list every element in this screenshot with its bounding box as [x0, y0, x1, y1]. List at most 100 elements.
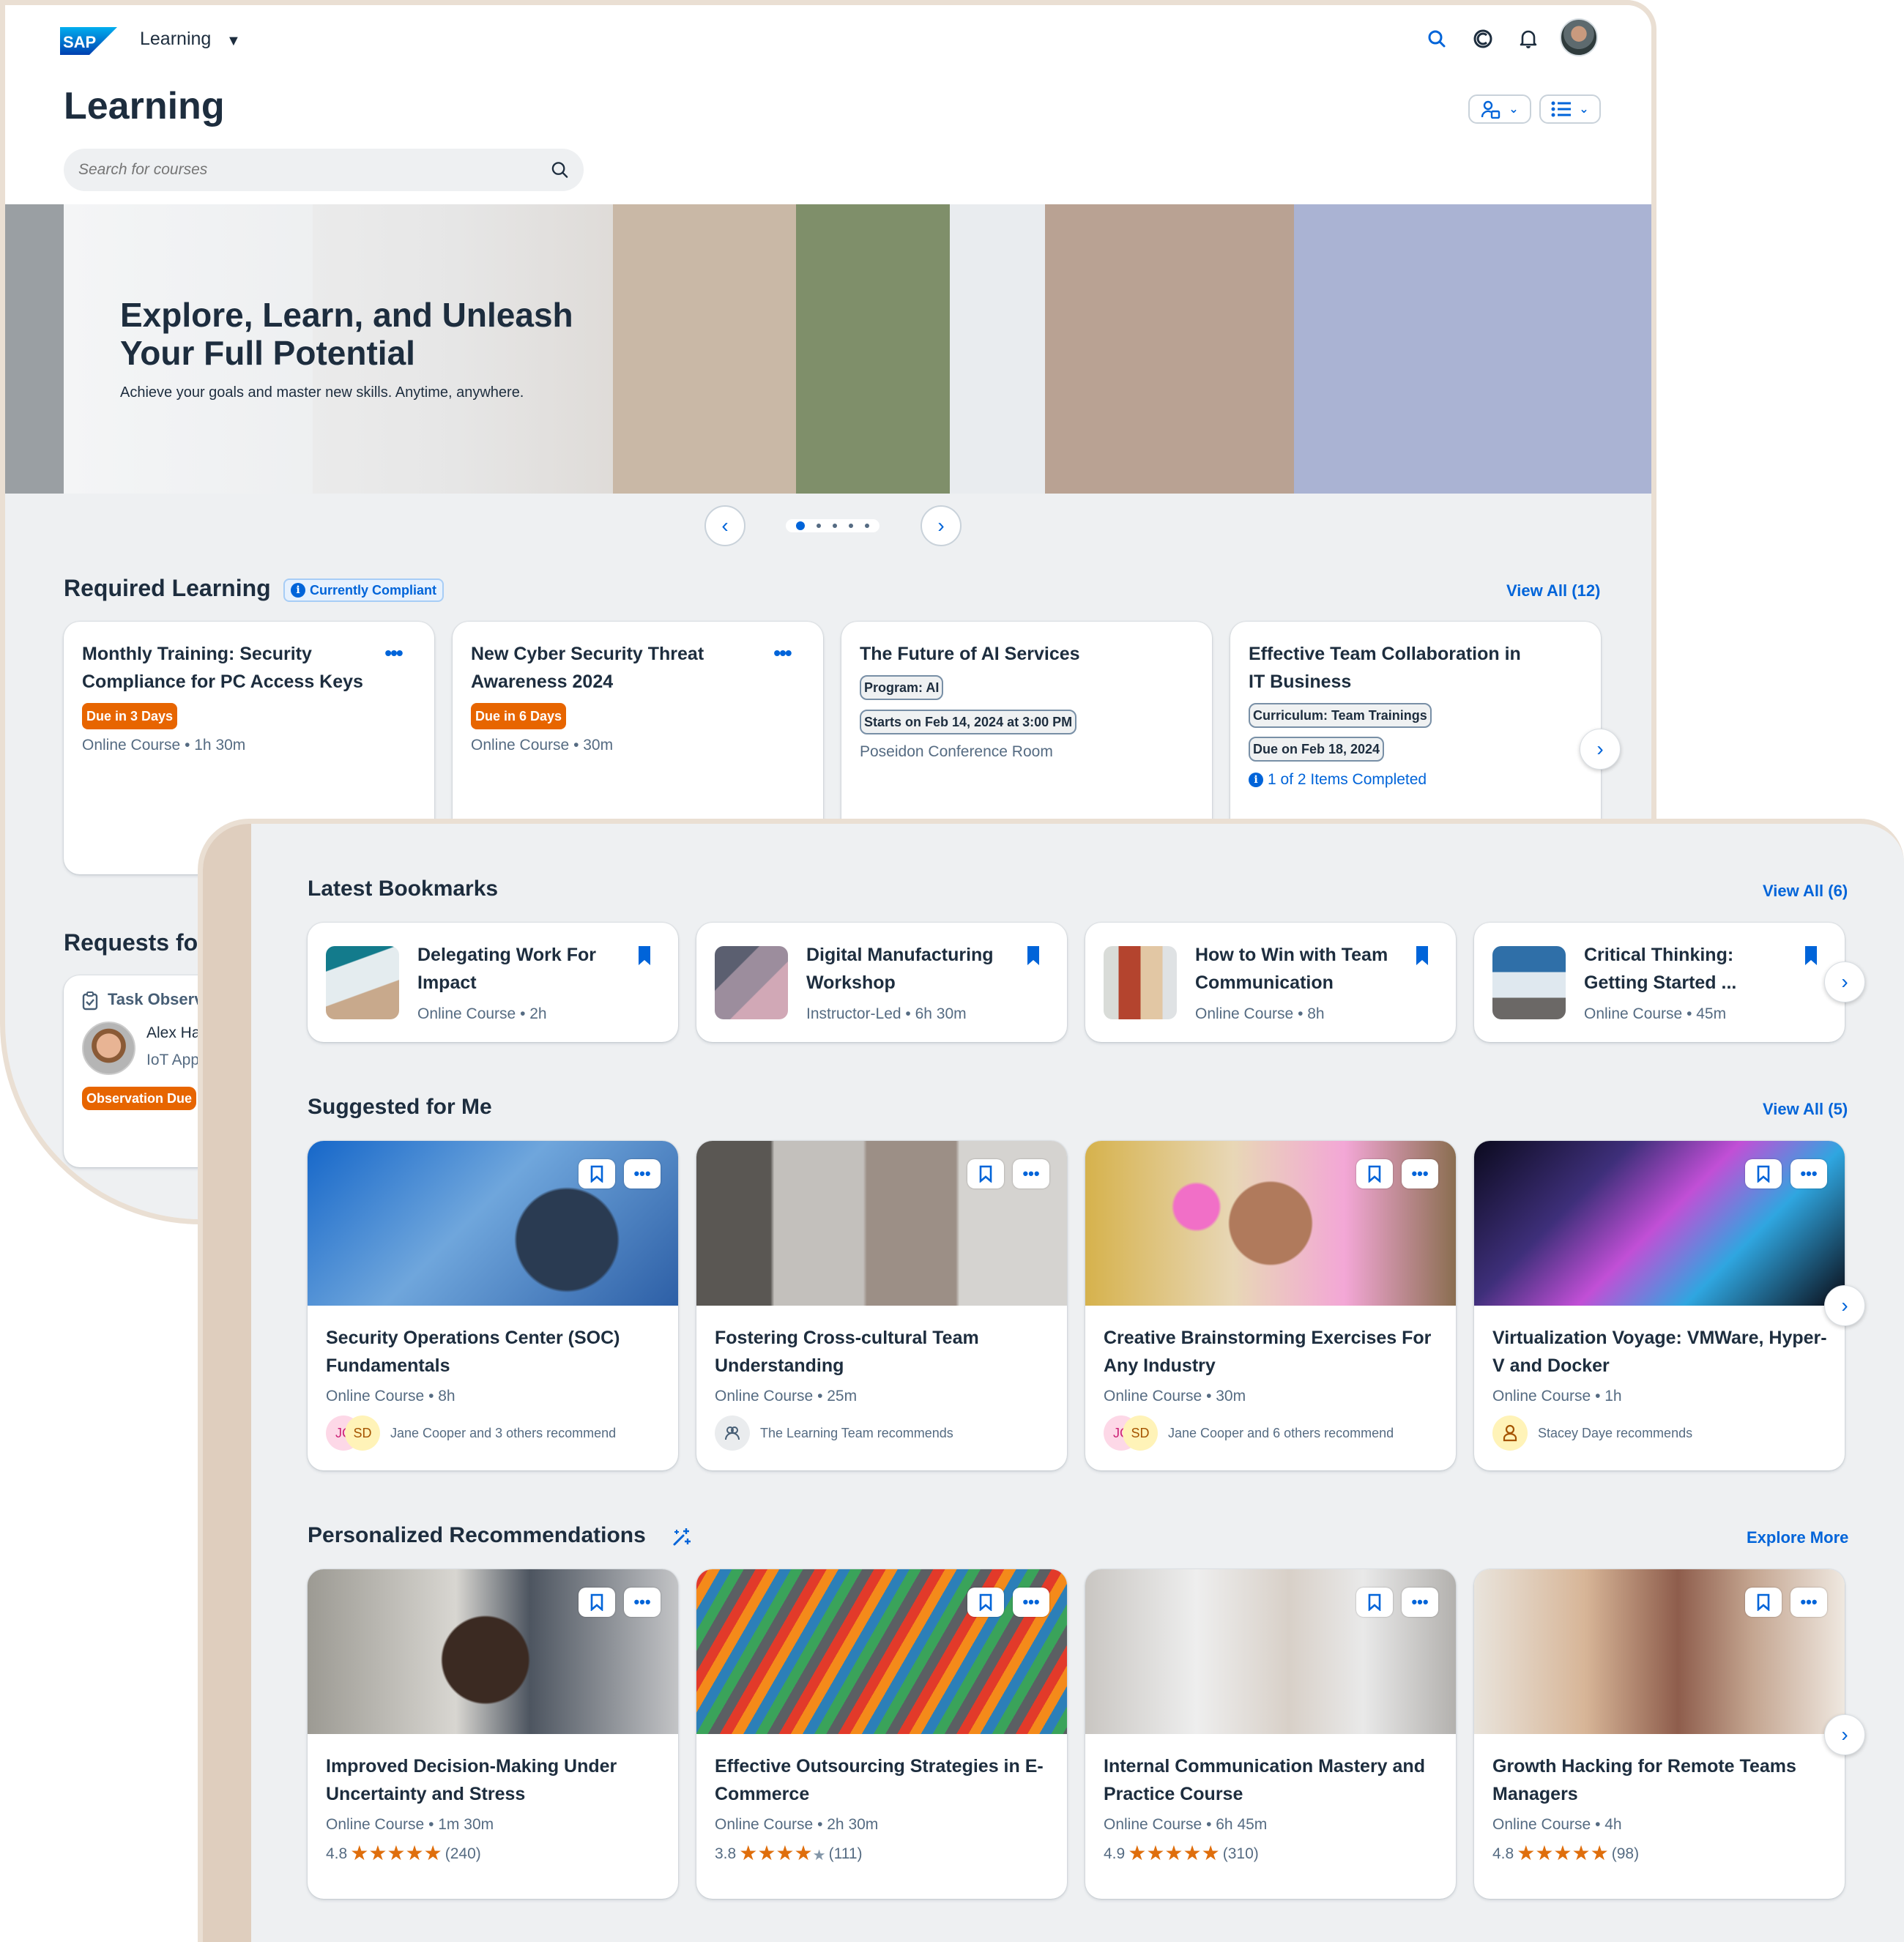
- carousel-prev-button[interactable]: ‹: [704, 505, 745, 546]
- program-tag: Program: AI: [860, 675, 944, 700]
- course-meta: Online Course • 4h: [1492, 1816, 1622, 1833]
- course-image: [1085, 1141, 1456, 1306]
- bookmark-card[interactable]: How to Win with Team Communication Onlin…: [1085, 923, 1456, 1042]
- personalized-next-button[interactable]: ›: [1824, 1714, 1865, 1755]
- course-title: Critical Thinking: Getting Started ...: [1584, 945, 1737, 993]
- bookmark-filled-icon[interactable]: [1804, 946, 1818, 965]
- recommendation: JC SD Jane Cooper and 6 others recommend: [1104, 1415, 1394, 1451]
- bell-icon[interactable]: [1515, 26, 1542, 52]
- course-title: The Future of AI Services: [860, 644, 1080, 664]
- bookmark-icon: [1757, 1593, 1770, 1611]
- star-filled-icon: ★: [757, 1842, 776, 1864]
- bookmark-button[interactable]: [1745, 1159, 1782, 1188]
- bookmark-filled-icon[interactable]: [637, 946, 652, 965]
- more-options-button[interactable]: •••: [1790, 1159, 1827, 1188]
- carousel-dot-5[interactable]: [865, 524, 869, 528]
- search-input[interactable]: [78, 161, 551, 179]
- bookmark-button[interactable]: [1356, 1588, 1393, 1617]
- more-options-button[interactable]: •••: [1013, 1588, 1049, 1617]
- recommended-course-card[interactable]: ••• Effective Outsourcing Strategies in …: [696, 1569, 1067, 1899]
- bookmark-card[interactable]: Delegating Work For Impact Online Course…: [308, 923, 678, 1042]
- recommendation: JC SD Jane Cooper and 3 others recommend: [326, 1415, 616, 1451]
- bookmark-button[interactable]: [1356, 1159, 1393, 1188]
- more-options-icon[interactable]: •••: [379, 641, 408, 664]
- user-settings-menu-button[interactable]: ⌄: [1468, 94, 1531, 124]
- more-options-button[interactable]: •••: [1013, 1159, 1049, 1188]
- course-title: Security Operations Center (SOC) Fundame…: [326, 1328, 620, 1376]
- course-meta: Online Course • 6h 45m: [1104, 1816, 1268, 1833]
- star-filled-icon: ★: [739, 1842, 758, 1864]
- star-filled-icon: ★: [1183, 1842, 1202, 1864]
- bookmarks-next-button[interactable]: ›: [1824, 961, 1865, 1002]
- bookmark-icon: [979, 1593, 992, 1611]
- course-meta: Online Course • 30m: [1104, 1388, 1246, 1405]
- star-rating: ★★★★★: [1128, 1843, 1220, 1864]
- requester-name: Alex Ha: [146, 1024, 201, 1041]
- required-next-button[interactable]: ›: [1580, 729, 1621, 770]
- list-icon: [1551, 101, 1572, 117]
- more-options-button[interactable]: •••: [624, 1588, 661, 1617]
- course-title: Effective Outsourcing Strategies in E-Co…: [715, 1756, 1044, 1804]
- bookmark-icon: [1368, 1593, 1381, 1611]
- carousel-dot-3[interactable]: [833, 524, 837, 528]
- course-title: Monthly Training: Security Compliance fo…: [82, 644, 363, 692]
- user-avatar[interactable]: [1560, 18, 1598, 56]
- hero-banner: Explore, Learn, and Unleash Your Full Po…: [5, 204, 1651, 494]
- suggested-course-card[interactable]: ••• Virtualization Voyage: VMWare, Hyper…: [1474, 1141, 1845, 1470]
- carousel-dot-2[interactable]: [817, 524, 821, 528]
- bookmark-card[interactable]: Digital Manufacturing Workshop Instructo…: [696, 923, 1067, 1042]
- recommended-course-card[interactable]: ••• Improved Decision-Making Under Uncer…: [308, 1569, 678, 1899]
- bookmarks-view-all-link[interactable]: View All (6): [1763, 882, 1848, 901]
- shell-bar: SAP Learning ▼ Learning ⌄ ⌄: [5, 5, 1651, 204]
- rating-value: 4.8: [326, 1845, 348, 1862]
- bookmark-button[interactable]: [579, 1588, 615, 1617]
- required-view-all-link[interactable]: View All (12): [1506, 581, 1600, 600]
- suggested-course-card[interactable]: ••• Security Operations Center (SOC) Fun…: [308, 1141, 678, 1470]
- svg-text:SAP: SAP: [63, 33, 96, 51]
- more-options-button[interactable]: •••: [624, 1159, 661, 1188]
- course-image: [696, 1141, 1067, 1306]
- course-location: Poseidon Conference Room: [860, 743, 1053, 760]
- search-icon[interactable]: [551, 160, 569, 179]
- bookmark-filled-icon[interactable]: [1026, 946, 1041, 965]
- list-view-menu-button[interactable]: ⌄: [1539, 94, 1601, 124]
- course-title: Fostering Cross-cultural Team Understand…: [715, 1328, 979, 1376]
- suggested-course-card[interactable]: ••• Creative Brainstorming Exercises For…: [1085, 1141, 1456, 1470]
- compliance-status-badge: i Currently Compliant: [283, 578, 445, 602]
- completion-progress[interactable]: i 1 of 2 Items Completed: [1249, 771, 1427, 789]
- more-options-icon[interactable]: •••: [767, 641, 797, 664]
- bookmark-button[interactable]: [967, 1159, 1004, 1188]
- more-options-button[interactable]: •••: [1402, 1159, 1438, 1188]
- bookmark-button[interactable]: [967, 1588, 1004, 1617]
- joule-copilot-icon[interactable]: [1470, 26, 1496, 52]
- carousel-dot-4[interactable]: [849, 524, 853, 528]
- bookmark-button[interactable]: [1745, 1588, 1782, 1617]
- chevron-right-icon: ›: [1841, 1294, 1848, 1317]
- star-rating: ★★★★★: [1517, 1843, 1609, 1864]
- star-filled-icon: ★: [794, 1842, 813, 1864]
- bookmark-filled-icon[interactable]: [1415, 946, 1429, 965]
- app-name[interactable]: Learning: [140, 29, 211, 50]
- suggested-course-card[interactable]: ••• Fostering Cross-cultural Team Unders…: [696, 1141, 1067, 1470]
- bookmark-card[interactable]: Critical Thinking: Getting Started ... O…: [1474, 923, 1845, 1042]
- carousel-next-button[interactable]: ›: [921, 505, 962, 546]
- recommended-course-card[interactable]: ••• Internal Communication Mastery and P…: [1085, 1569, 1456, 1899]
- required-learning-title: Required Learning: [64, 575, 271, 601]
- course-search-field[interactable]: [64, 149, 584, 191]
- search-icon[interactable]: [1424, 26, 1450, 52]
- bookmark-button[interactable]: [579, 1159, 615, 1188]
- chevron-down-icon: ⌄: [1579, 103, 1589, 116]
- more-options-button[interactable]: •••: [1402, 1588, 1438, 1617]
- more-options-button[interactable]: •••: [1790, 1588, 1827, 1617]
- course-title: How to Win with Team Communication: [1195, 945, 1388, 993]
- explore-more-link[interactable]: Explore More: [1747, 1528, 1848, 1547]
- suggested-next-button[interactable]: ›: [1824, 1285, 1865, 1326]
- suggested-view-all-link[interactable]: View All (5): [1763, 1100, 1848, 1119]
- star-filled-icon: ★: [1128, 1842, 1147, 1864]
- sap-logo[interactable]: SAP: [60, 27, 117, 55]
- review-count: (111): [828, 1845, 863, 1862]
- recommended-course-card[interactable]: ••• Growth Hacking for Remote Teams Mana…: [1474, 1569, 1845, 1899]
- course-image: [696, 1569, 1067, 1734]
- carousel-dot-1[interactable]: [796, 521, 805, 530]
- app-menu-caret-icon[interactable]: ▼: [226, 33, 241, 50]
